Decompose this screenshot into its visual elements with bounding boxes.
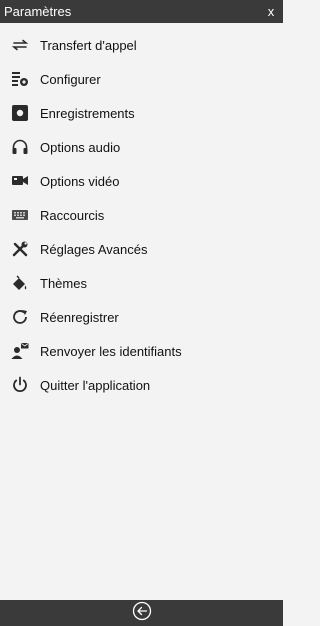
menu-item-label: Options vidéo (40, 173, 120, 189)
menu-item-themes[interactable]: Thèmes (0, 266, 283, 300)
user-mail-icon (10, 341, 30, 361)
settings-menu: Transfert d'appel Configurer Enregistrem… (0, 28, 283, 402)
recordings-icon (10, 103, 30, 123)
menu-item-label: Transfert d'appel (40, 37, 137, 53)
back-button[interactable] (129, 600, 155, 626)
tools-icon (10, 239, 30, 259)
panel-footer (0, 600, 283, 626)
back-arrow-icon (132, 601, 152, 626)
menu-item-call-transfer[interactable]: Transfert d'appel (0, 28, 283, 62)
menu-item-video-options[interactable]: Options vidéo (0, 164, 283, 198)
menu-item-audio-options[interactable]: Options audio (0, 130, 283, 164)
headphones-icon (10, 137, 30, 157)
menu-item-label: Raccourcis (40, 207, 105, 223)
video-camera-icon (10, 171, 30, 191)
panel-header: Paramètres x (0, 0, 283, 23)
keyboard-icon (10, 205, 30, 225)
menu-item-quit-application[interactable]: Quitter l'application (0, 368, 283, 402)
menu-item-label: Réglages Avancés (40, 241, 148, 257)
power-icon (10, 375, 30, 395)
menu-item-label: Thèmes (40, 275, 87, 291)
menu-item-label: Configurer (40, 71, 101, 87)
paint-bucket-icon (10, 273, 30, 293)
menu-item-reregister[interactable]: Réenregistrer (0, 300, 283, 334)
menu-item-label: Réenregistrer (40, 309, 119, 325)
menu-item-resend-credentials[interactable]: Renvoyer les identifiants (0, 334, 283, 368)
menu-item-label: Quitter l'application (40, 377, 151, 393)
menu-item-advanced-settings[interactable]: Réglages Avancés (0, 232, 283, 266)
call-transfer-icon (10, 35, 30, 55)
menu-item-configure[interactable]: Configurer (0, 62, 283, 96)
refresh-icon (10, 307, 30, 327)
configure-icon (10, 69, 30, 89)
close-button[interactable]: x (265, 4, 277, 19)
menu-item-label: Options audio (40, 139, 121, 155)
menu-item-label: Enregistrements (40, 105, 135, 121)
menu-item-shortcuts[interactable]: Raccourcis (0, 198, 283, 232)
menu-item-recordings[interactable]: Enregistrements (0, 96, 283, 130)
panel-title: Paramètres (4, 4, 72, 19)
menu-item-label: Renvoyer les identifiants (40, 343, 182, 359)
